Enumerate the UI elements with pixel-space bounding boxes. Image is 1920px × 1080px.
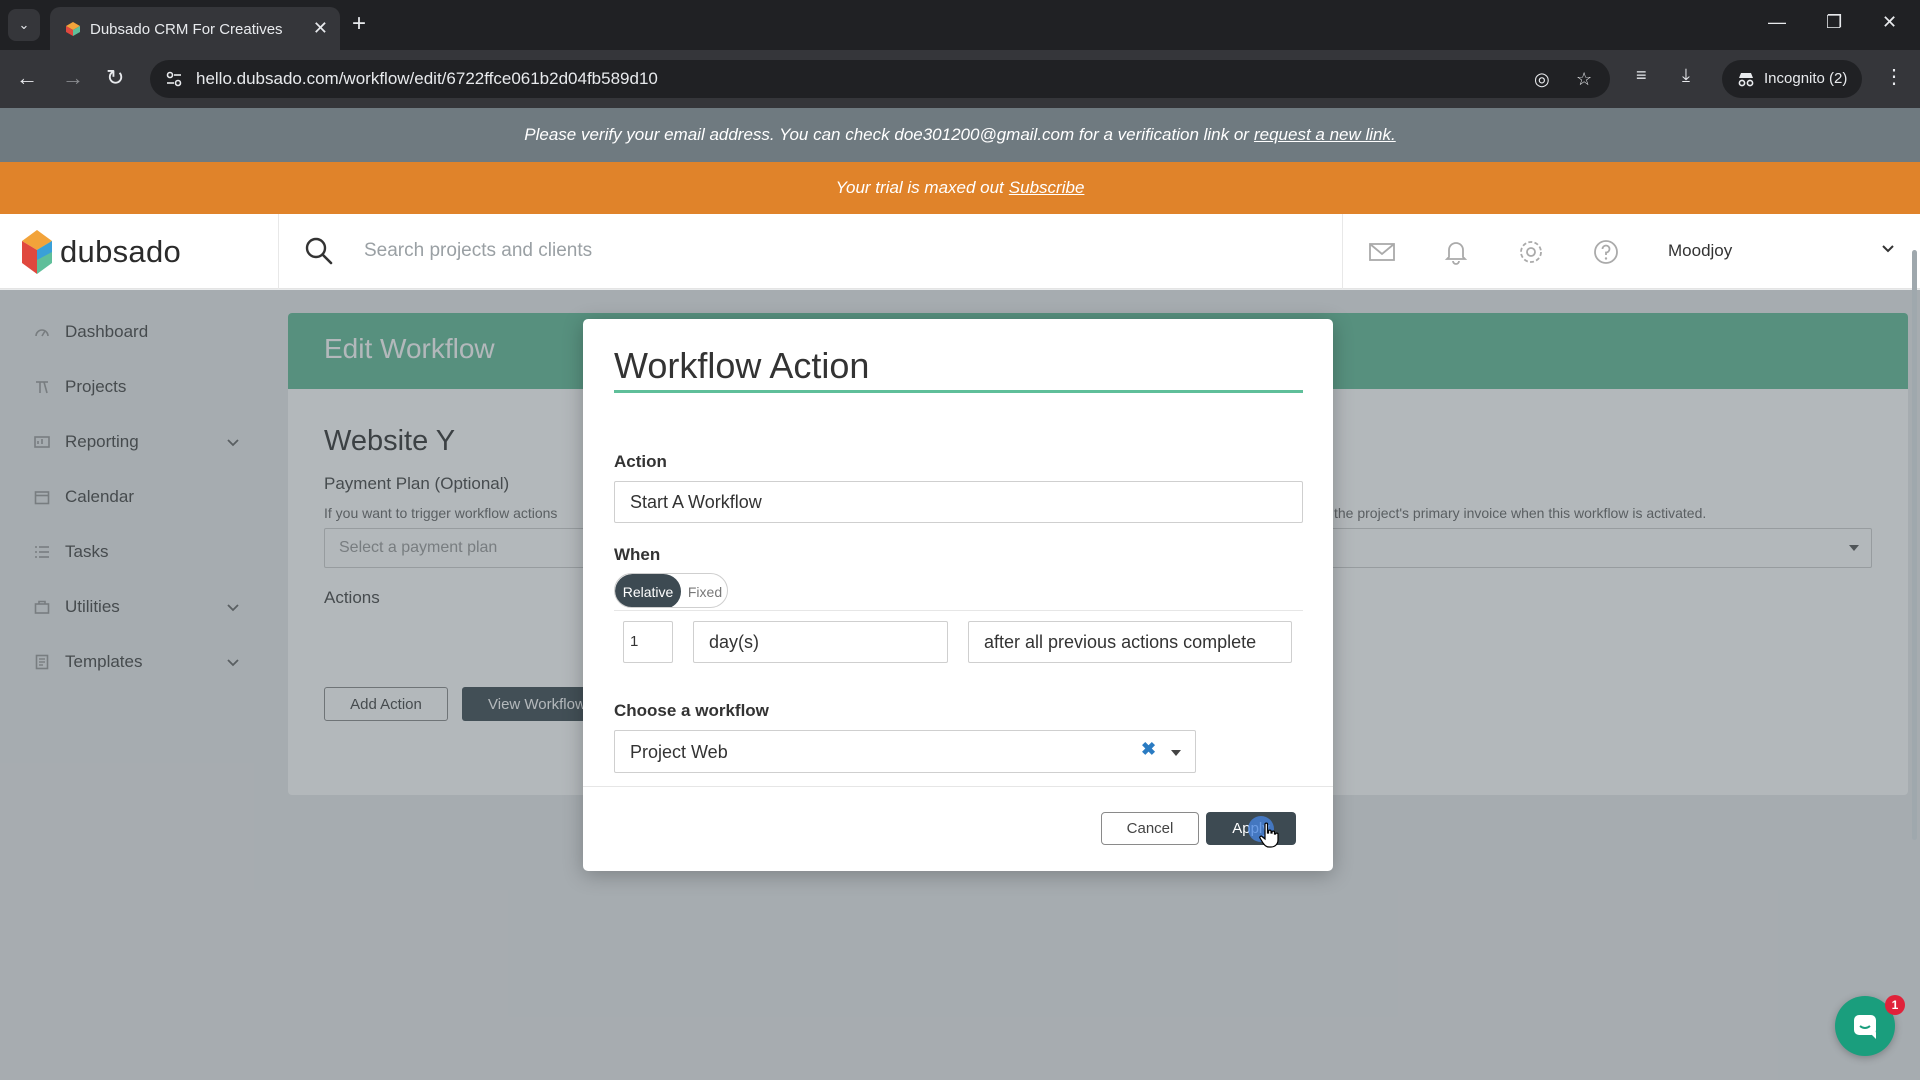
incognito-icon bbox=[1738, 73, 1754, 87]
browser-menu-icon[interactable]: ⋮ bbox=[1884, 64, 1904, 89]
header-divider-right bbox=[1342, 214, 1343, 289]
dubsado-logo[interactable]: dubsado bbox=[22, 226, 222, 276]
action-label: Action bbox=[614, 452, 667, 471]
dubsado-favicon-icon bbox=[66, 22, 80, 36]
action-field[interactable]: Start A Workflow bbox=[614, 481, 1303, 523]
trial-banner: Your trial is maxed out Subscribe bbox=[0, 162, 1920, 214]
when-label: When bbox=[614, 545, 661, 564]
header-divider bbox=[278, 214, 279, 289]
request-new-link[interactable]: request a new link. bbox=[1254, 125, 1396, 145]
timing-select[interactable]: after all previous actions complete bbox=[968, 621, 1292, 663]
user-name[interactable]: Moodjoy bbox=[1668, 241, 1732, 261]
tab-search-icon[interactable]: ⌄ bbox=[8, 9, 40, 41]
tab-close-icon[interactable]: ✕ bbox=[313, 18, 328, 39]
trial-text: Your trial is maxed out bbox=[835, 178, 1004, 197]
dubsado-logo-icon bbox=[22, 230, 52, 274]
mail-icon[interactable] bbox=[1368, 238, 1396, 266]
tracking-protection-icon[interactable]: ◎ bbox=[1534, 69, 1550, 90]
cancel-button[interactable]: Cancel bbox=[1101, 812, 1199, 845]
notifications-bell-icon[interactable] bbox=[1442, 238, 1470, 266]
clear-selection-icon[interactable]: ✖ bbox=[1141, 739, 1156, 760]
when-mode-toggle: Relative Fixed bbox=[614, 573, 728, 608]
subscribe-link[interactable]: Subscribe bbox=[1009, 178, 1085, 198]
new-tab-icon[interactable]: + bbox=[352, 10, 366, 38]
choose-workflow-label: Choose a workflow bbox=[614, 701, 769, 720]
window-close-icon[interactable]: ✕ bbox=[1882, 12, 1897, 33]
toggle-relative[interactable]: Relative bbox=[615, 574, 681, 607]
caret-down-icon[interactable] bbox=[1171, 750, 1181, 756]
toggle-fixed[interactable]: Fixed bbox=[681, 574, 727, 607]
incognito-label: Incognito (2) bbox=[1764, 70, 1848, 87]
user-menu-chevron-down-icon[interactable] bbox=[1880, 241, 1896, 257]
url-text: hello.dubsado.com/workflow/edit/6722ffce… bbox=[196, 69, 658, 88]
workflow-action-modal: Workflow Action Action Start A Workflow … bbox=[583, 319, 1333, 871]
media-controls-icon[interactable]: ≡ bbox=[1636, 65, 1647, 86]
browser-tab[interactable]: Dubsado CRM For Creatives ✕ bbox=[50, 7, 340, 50]
verify-email-banner: Please verify your email address. You ca… bbox=[0, 108, 1920, 162]
site-settings-icon[interactable] bbox=[164, 69, 184, 89]
back-icon[interactable]: ← bbox=[16, 66, 38, 90]
title-underline bbox=[614, 390, 1303, 393]
hand-cursor-icon bbox=[1259, 822, 1279, 848]
chat-bubble-icon bbox=[1854, 1015, 1876, 1039]
workflow-select-value: Project Web bbox=[630, 742, 728, 762]
search-input[interactable] bbox=[364, 234, 1324, 268]
bookmark-star-icon[interactable]: ☆ bbox=[1576, 69, 1592, 90]
logo-text: dubsado bbox=[60, 234, 182, 269]
tab-title: Dubsado CRM For Creatives bbox=[90, 21, 283, 38]
incognito-indicator[interactable]: Incognito (2) bbox=[1722, 60, 1862, 98]
help-icon[interactable] bbox=[1592, 238, 1620, 266]
workflow-select[interactable]: Project Web ✖ bbox=[614, 730, 1196, 773]
address-bar[interactable]: hello.dubsado.com/workflow/edit/6722ffce… bbox=[150, 60, 1610, 98]
verify-email-text: Please verify your email address. You ca… bbox=[524, 125, 1249, 144]
unit-select[interactable]: day(s) bbox=[693, 621, 948, 663]
browser-tab-bar: ⌄ Dubsado CRM For Creatives ✕ + — ❐ ✕ bbox=[0, 0, 1920, 50]
page-scrollbar[interactable] bbox=[1912, 250, 1917, 840]
reload-icon[interactable]: ↻ bbox=[106, 66, 124, 90]
download-icon[interactable]: ⤓ bbox=[1682, 65, 1690, 86]
search-icon[interactable] bbox=[304, 236, 334, 266]
when-divider bbox=[614, 610, 1303, 611]
browser-toolbar: ← → ↻ hello.dubsado.com/workflow/edit/67… bbox=[0, 50, 1920, 108]
modal-title: Workflow Action bbox=[614, 345, 870, 386]
chat-notification-badge: 1 bbox=[1885, 995, 1905, 1015]
restore-icon[interactable]: ❐ bbox=[1826, 12, 1842, 33]
app-header: dubsado Moodjoy bbox=[0, 214, 1920, 289]
settings-gear-icon[interactable] bbox=[1517, 238, 1545, 266]
amount-input[interactable]: 1 bbox=[623, 621, 673, 663]
modal-footer-divider bbox=[583, 786, 1333, 787]
minimize-icon[interactable]: — bbox=[1768, 12, 1786, 33]
forward-icon[interactable]: → bbox=[62, 66, 84, 90]
